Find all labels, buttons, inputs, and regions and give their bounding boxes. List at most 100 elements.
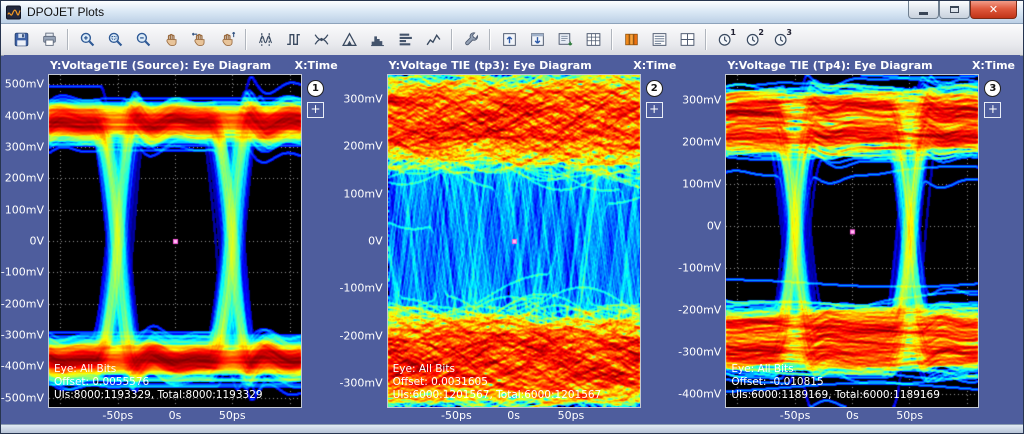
toolbar-separator [705,29,707,50]
plot-annotation: Eye: All BitsOffset: -0.010815UIs:6000:1… [731,363,940,402]
export-plot-icon [557,31,574,48]
plot-plus-button[interactable]: + [984,102,1001,118]
plot-title: Y:Voltage TIE (tp3): Eye Diagram [389,59,592,74]
minimize-icon [919,12,928,15]
plot-plus-button[interactable]: + [307,102,324,118]
plot-header: Y:VoltageTIE (Source): Eye Diagram X:Time [4,59,343,74]
toolbar-separator [489,29,491,50]
eye-diagram-canvas-2[interactable] [388,75,640,407]
y-axis-tick-label: -300mV [1,328,44,341]
x-axis-tick-label: -50ps [102,409,133,422]
vertical-cursors-button[interactable] [251,26,279,54]
minimize-button[interactable] [908,1,939,19]
zoom-area-button[interactable] [101,26,129,54]
histogram-vertical-icon [369,31,386,48]
toolbar-separator [67,29,69,50]
plot-panel-2: Y:Voltage TIE (tp3): Eye DiagramX:Time30… [343,55,682,424]
maximize-button[interactable] [939,1,970,19]
eye-diagram-canvas-3[interactable] [726,75,978,407]
clock-source-3-button[interactable]: 3 [767,26,795,54]
clock-source-2-button[interactable]: 2 [739,26,767,54]
y-axis-tick-label: -200mV [678,304,721,317]
plot-layout-icon [679,31,696,48]
plot-annotation: Eye: All BitsOffset: 0.0055576UIs:8000:1… [54,363,263,402]
waveform-trend-icon [425,31,442,48]
plot-header: Y:Voltage TIE (Tp4): Eye DiagramX:Time [681,59,1020,74]
clock-source-1-button[interactable]: 1 [711,26,739,54]
plot-number-badge[interactable]: 3 [984,80,1001,97]
y-axis-tick-label: 200mV [5,172,44,185]
edge-mask-icon [341,31,358,48]
plot-annotation-line: Offset: -0.010815 [731,376,940,389]
dpojet-plots-window: DPOJET Plots ✕ 123 Y:VoltageTIE (Source)… [0,0,1024,434]
plot-badge-column: 2+ [641,74,667,408]
vertical-cursors-icon [257,31,274,48]
y-axis-tick-label: 200mV [343,140,382,153]
titlebar[interactable]: DPOJET Plots ✕ [1,1,1023,24]
plot-annotation-line: Eye: All Bits [731,363,940,376]
clock-number-label: 1 [730,28,736,37]
plot-layout-button[interactable] [673,26,701,54]
pan-vertical-button[interactable] [213,26,241,54]
save-button[interactable] [7,26,35,54]
results-summary-icon [651,31,668,48]
y-axis-tick-label: 100mV [343,187,382,200]
y-axis-labels: 300mV200mV100mV0V-100mV-200mV-300mV [343,74,387,408]
clock-number-label: 3 [786,28,792,37]
histogram-horizontal-icon [397,31,414,48]
pan-button[interactable] [157,26,185,54]
x-axis-tick-label: 0s [846,409,859,422]
x-axis-labels: -50ps0s50ps [388,408,642,423]
print-icon [41,31,58,48]
plot-table-button[interactable] [579,26,607,54]
plot-annotation-line: Offset: 0.0031605 [393,376,602,389]
pan-horizontal-icon [191,31,208,48]
plot-body: 300mV200mV100mV0V-100mV-200mV-300mVEye: … [343,74,682,408]
y-axis-tick-label: 300mV [682,94,721,107]
histogram-horizontal-button[interactable] [391,26,419,54]
plot-title: Y:Voltage TIE (Tp4): Eye Diagram [727,59,932,74]
plot-panel-1: Y:VoltageTIE (Source): Eye Diagram X:Time… [4,55,343,424]
y-axis-tick-label: -100mV [339,282,382,295]
color-grade-button[interactable] [617,26,645,54]
plot-x-axis-title: X:Time [295,59,338,74]
dock-plot-button[interactable] [523,26,551,54]
plot-canvas-area: Eye: All BitsOffset: 0.0031605UIs:6000:1… [387,74,641,408]
plot-plus-button[interactable]: + [646,102,663,118]
restore-plot-button[interactable] [495,26,523,54]
x-axis-tick-label: 50ps [558,409,585,422]
close-button[interactable]: ✕ [970,1,1017,19]
eye-mask-icon [313,31,330,48]
waveform-trend-button[interactable] [419,26,447,54]
pan-horizontal-button[interactable] [185,26,213,54]
plot-badge-column: 3+ [979,74,1005,408]
plot-title: Y:VoltageTIE (Source): Eye Diagram [50,59,271,74]
x-axis-tick-label: -50ps [780,409,811,422]
y-axis-tick-label: 0V [29,235,44,248]
zoom-out-icon [135,31,152,48]
y-axis-tick-label: -500mV [1,391,44,404]
eye-mask-button[interactable] [307,26,335,54]
plot-annotation-line: UIs:6000:1201567, Total:6000:1201567 [393,389,602,402]
export-plot-button[interactable] [551,26,579,54]
histogram-vertical-button[interactable] [363,26,391,54]
y-axis-tick-label: -200mV [1,297,44,310]
zoom-in-button[interactable] [73,26,101,54]
y-axis-tick-label: 400mV [5,109,44,122]
eye-diagram-canvas-1[interactable] [49,75,301,407]
plot-number-badge[interactable]: 1 [307,80,324,97]
plot-table-icon [585,31,602,48]
print-button[interactable] [35,26,63,54]
restore-plot-icon [501,31,518,48]
plot-annotation-line: UIs:6000:1189169, Total:6000:1189169 [731,389,940,402]
configure-button[interactable] [457,26,485,54]
waveform-step-icon [285,31,302,48]
results-summary-button[interactable] [645,26,673,54]
y-axis-tick-label: -300mV [678,346,721,359]
waveform-step-button[interactable] [279,26,307,54]
plot-number-badge[interactable]: 2 [646,80,663,97]
zoom-out-button[interactable] [129,26,157,54]
x-axis-labels: -50ps0s50ps [726,408,980,423]
plot-canvas-area: Eye: All BitsOffset: 0.0055576UIs:8000:1… [48,74,302,408]
edge-mask-button[interactable] [335,26,363,54]
